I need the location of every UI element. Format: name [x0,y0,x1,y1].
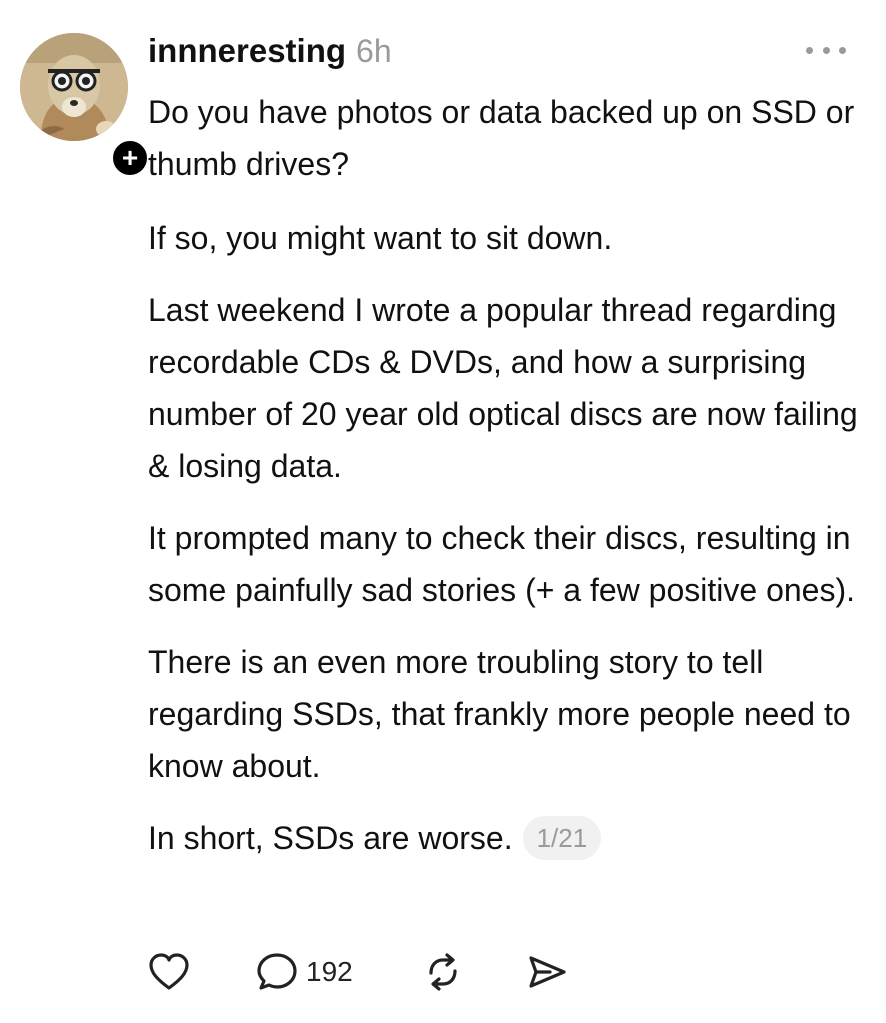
send-icon [529,956,566,988]
post-paragraph: Do you have photos or data backed up on … [148,94,855,182]
reply-button[interactable]: 192 [256,951,422,993]
repost-button[interactable] [422,951,526,993]
post-paragraph-text: In short, SSDs are worse. [148,820,513,856]
meerkat-avatar-image [20,33,128,141]
plus-icon: + [121,142,139,173]
post-header: innneresting 6h [148,32,392,76]
repost-icon [429,953,457,991]
thread-counter-badge: 1/21 [522,816,602,860]
avatar[interactable] [20,33,128,141]
follow-button[interactable]: + [109,137,151,179]
reply-count: 192 [306,956,353,987]
like-button[interactable] [148,952,256,992]
post-paragraph-last: In short, SSDs are worse. 1/21 [148,812,864,864]
comment-icon [257,953,297,990]
post-paragraph: There is an even more troubling story to… [148,644,851,784]
post-paragraph: Last weekend I wrote a popular thread re… [148,292,858,484]
heart-icon [149,953,189,990]
post-paragraph: If so, you might want to sit down. [148,220,613,256]
avatar-container[interactable]: + [20,33,151,179]
post-time: 6h [356,33,392,69]
post-body: Do you have photos or data backed up on … [148,86,864,884]
post-paragraph: It prompted many to check their discs, r… [148,520,855,608]
more-dot [822,46,830,54]
more-dot [806,46,813,54]
more-dot [839,46,846,54]
action-bar: 192 [148,948,568,996]
more-options-icon[interactable] [806,40,846,60]
username[interactable]: innneresting [148,32,346,70]
share-button[interactable] [526,952,568,992]
thread-post: + innneresting 6h Do you have photos or … [0,0,886,1023]
